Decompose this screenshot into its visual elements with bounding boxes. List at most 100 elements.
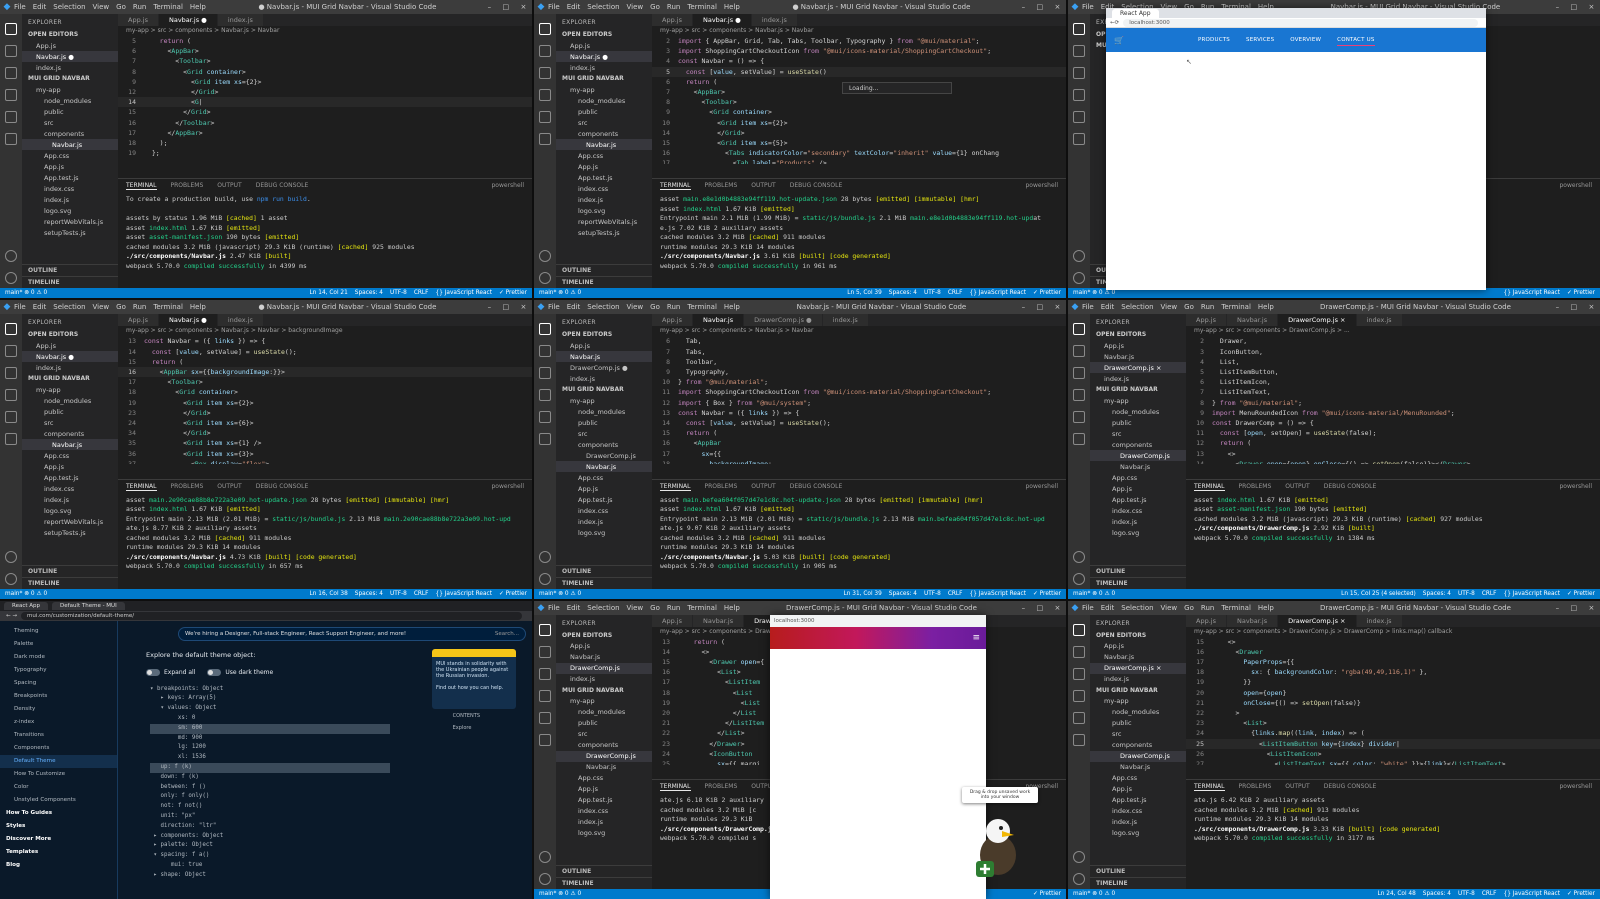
file-tree-item[interactable]: App.css (22, 150, 118, 161)
url-input[interactable]: localhost:3000 (1123, 18, 1478, 27)
file-tree-item[interactable]: src (1090, 729, 1186, 740)
status-item[interactable]: CRLF (948, 591, 963, 597)
menu-item-selection[interactable]: Selection (1121, 604, 1153, 612)
explorer-icon[interactable] (5, 323, 17, 336)
browser-tab[interactable]: React App (1112, 8, 1159, 18)
menu-rounded-icon[interactable]: ≡ (972, 633, 980, 643)
timeline-section[interactable]: TIMELINE (556, 276, 652, 288)
hiring-banner[interactable]: We're hiring a Designer, Full-stack Engi… (178, 626, 526, 641)
editor-tab[interactable]: App.js (118, 314, 159, 327)
menu-item-selection[interactable]: Selection (587, 3, 619, 11)
tree-node[interactable]: sm: 600 (150, 723, 390, 734)
remote-icon[interactable] (539, 433, 551, 446)
menu-item-terminal[interactable]: Terminal (153, 3, 183, 11)
source-control-icon[interactable] (539, 367, 551, 380)
search-icon[interactable] (539, 45, 551, 57)
file-tree-item[interactable]: node_modules (22, 95, 118, 106)
project-header[interactable]: MUI GRID NAVBAR (1090, 685, 1186, 696)
status-item[interactable]: CRLF (414, 290, 429, 296)
docs-nav-item[interactable]: Blog (0, 859, 117, 872)
editor-tab[interactable]: index.js (1356, 314, 1403, 327)
open-editor-item[interactable]: App.js (556, 641, 652, 652)
git-branch-status[interactable]: main* (1073, 591, 1090, 597)
open-editor-item[interactable]: App.js (556, 340, 652, 351)
extensions-icon[interactable] (539, 711, 551, 724)
outline-section[interactable]: OUTLINE (22, 564, 118, 577)
tree-node[interactable]: down: f (k) (150, 773, 390, 783)
file-tree-item[interactable]: logo.svg (1090, 527, 1186, 538)
open-editor-item[interactable]: index.js (22, 62, 118, 73)
menu-item-file[interactable]: File (1082, 3, 1094, 11)
menu-item-run[interactable]: Run (667, 303, 680, 311)
editor-tab[interactable]: index.js (217, 314, 264, 327)
status-item[interactable]: Ln 14, Col 21 (310, 290, 348, 296)
menu-item-file[interactable]: File (548, 3, 560, 11)
file-tree-item[interactable]: node_modules (556, 406, 652, 417)
file-tree-item[interactable]: reportWebVitals.js (22, 216, 118, 227)
maximize-icon[interactable]: □ (1570, 604, 1577, 612)
docs-nav-item[interactable]: Theming (0, 625, 117, 638)
editor-tab[interactable]: App.js (1186, 314, 1227, 327)
terminal-shell-selector[interactable]: powershell (1560, 483, 1593, 491)
menu-item-help[interactable]: Help (1258, 604, 1274, 612)
breadcrumb[interactable]: my-app > src > components > DrawerComp.j… (1186, 627, 1600, 637)
close-icon[interactable]: × (1054, 604, 1060, 612)
docs-nav-item[interactable]: Default Theme (0, 754, 117, 768)
tree-node[interactable]: ▸ palette: Object (150, 841, 390, 851)
tree-node[interactable]: lg: 1200 (150, 743, 390, 753)
file-tree-item[interactable]: my-app (22, 84, 118, 95)
file-tree-item[interactable]: App.css (1090, 773, 1186, 784)
file-tree-item[interactable]: Navbar.js (1090, 762, 1186, 773)
expand-all-switch[interactable] (146, 668, 160, 676)
editor-tab[interactable]: Navbar.js (692, 314, 745, 327)
status-item[interactable]: Spaces: 4 (355, 290, 383, 296)
run-debug-icon[interactable] (539, 89, 551, 101)
search-icon[interactable] (1073, 45, 1085, 57)
maximize-icon[interactable]: □ (1036, 303, 1043, 311)
browser-tab[interactable]: Default Theme - MUI (52, 601, 125, 610)
extensions-icon[interactable] (5, 111, 17, 123)
menu-item-run[interactable]: Run (133, 303, 146, 311)
status-item[interactable]: UTF-8 (1458, 891, 1475, 897)
editor-tab[interactable]: Navbar.js ● (158, 14, 218, 26)
file-tree-item[interactable]: setupTests.js (22, 227, 118, 238)
open-editors-header[interactable]: OPEN EDITORS (1090, 630, 1186, 641)
remote-icon[interactable] (1073, 433, 1085, 446)
close-icon[interactable]: × (1588, 303, 1594, 311)
docs-nav-item[interactable]: Templates (0, 846, 117, 859)
breadcrumb[interactable]: my-app > src > components > Navbar.js > … (652, 26, 1066, 36)
close-icon[interactable]: × (520, 303, 526, 311)
project-header[interactable]: MUI GRID NAVBAR (22, 73, 118, 84)
status-item[interactable]: UTF-8 (390, 290, 407, 296)
file-tree-item[interactable]: logo.svg (556, 205, 652, 216)
status-item[interactable]: Ln 5, Col 39 (847, 290, 882, 296)
file-tree-item[interactable]: index.js (1090, 516, 1186, 527)
tree-node[interactable]: ▾ spacing: f a() (150, 851, 390, 861)
gear-icon[interactable] (1073, 572, 1085, 585)
status-item[interactable]: Ln 16, Col 38 (310, 591, 348, 597)
terminal-shell-selector[interactable]: powershell (492, 182, 525, 190)
account-icon[interactable] (539, 550, 551, 563)
timeline-section[interactable]: TIMELINE (22, 576, 118, 589)
file-tree-item[interactable]: my-app (556, 696, 652, 707)
timeline-section[interactable]: TIMELINE (1090, 877, 1186, 889)
file-tree-item[interactable]: src (556, 428, 652, 439)
menu-item-view[interactable]: View (1161, 303, 1178, 311)
file-tree-item[interactable]: reportWebVitals.js (556, 216, 652, 227)
close-icon[interactable]: × (520, 3, 526, 11)
file-tree-item[interactable]: my-app (1090, 395, 1186, 406)
file-tree-item[interactable]: index.css (556, 505, 652, 516)
file-tree-item[interactable]: index.css (556, 806, 652, 817)
run-debug-icon[interactable] (1073, 689, 1085, 702)
extensions-icon[interactable] (539, 111, 551, 123)
docs-nav-item[interactable]: Density (0, 703, 117, 716)
account-icon[interactable] (539, 250, 551, 263)
file-tree-item[interactable]: logo.svg (1090, 828, 1186, 839)
file-tree-item[interactable]: index.css (22, 483, 118, 494)
file-tree-item[interactable]: my-app (556, 84, 652, 95)
status-item[interactable]: CRLF (1482, 591, 1497, 597)
file-tree-item[interactable]: node_modules (556, 95, 652, 106)
breadcrumb[interactable]: my-app > src > components > Navbar.js > … (652, 326, 1066, 336)
editor-tab[interactable]: index.js (217, 14, 264, 26)
file-tree-item[interactable]: index.css (556, 183, 652, 194)
